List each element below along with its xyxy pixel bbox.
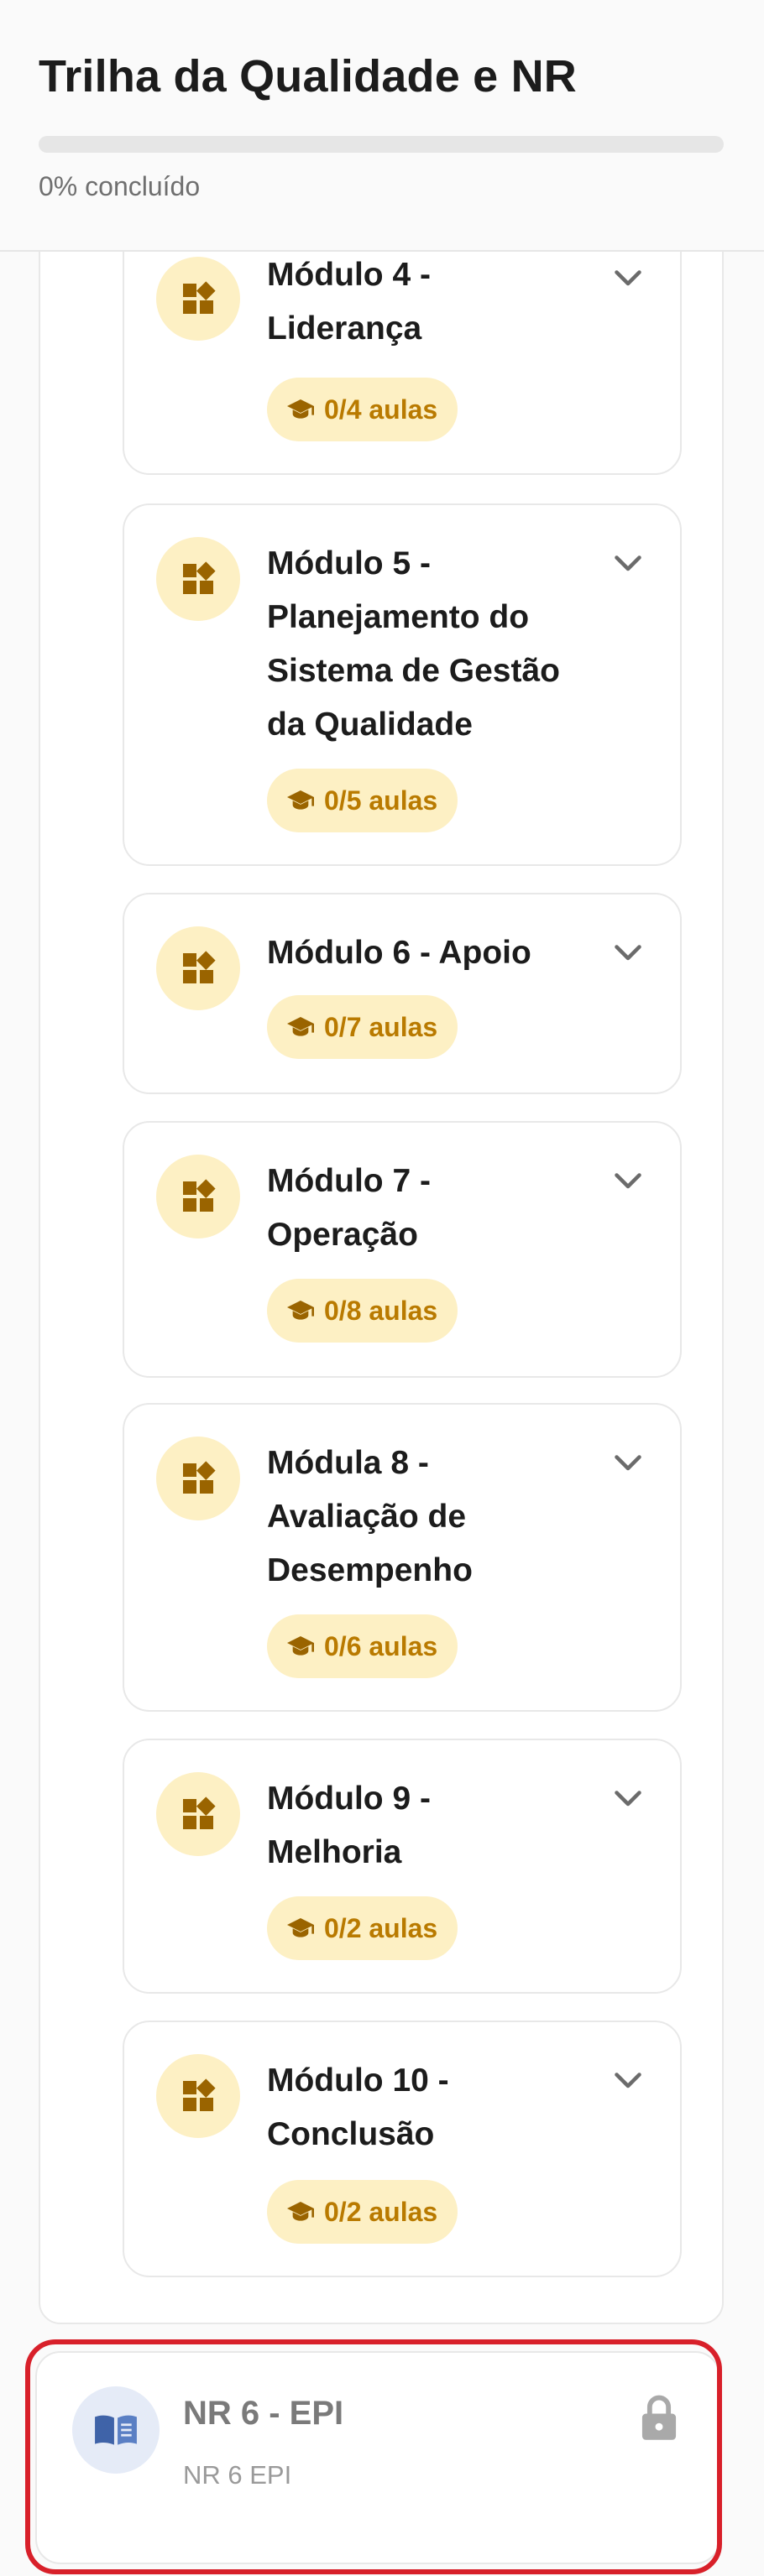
lessons-badge: 0/4 aulas [267, 378, 458, 441]
course-header: Trilha da Qualidade e NR 0% concluído [0, 0, 764, 252]
book-icon [72, 2386, 160, 2474]
locked-course-card[interactable]: NR 6 - EPI NR 6 EPI [35, 2351, 720, 2564]
widgets-icon [156, 2054, 240, 2138]
lessons-badge: 0/6 aulas [267, 1614, 458, 1678]
chevron-down-icon[interactable] [611, 1165, 645, 1198]
widgets-icon [156, 1155, 240, 1238]
course-title: Trilha da Qualidade e NR [39, 51, 577, 102]
chevron-down-icon[interactable] [611, 262, 645, 295]
widgets-icon [156, 257, 240, 341]
module-card[interactable]: Módulo 7 - Operação 0/8 aulas [123, 1121, 682, 1378]
widgets-icon [156, 1437, 240, 1520]
chevron-down-icon[interactable] [611, 936, 645, 970]
graduation-cap-icon [287, 1301, 314, 1320]
module-title: Módulo 7 - Operação [267, 1163, 431, 1253]
chevron-down-icon[interactable] [611, 1782, 645, 1816]
module-card[interactable]: Módulo 5 - Planejamento do Sistema de Ge… [123, 503, 682, 866]
lessons-badge: 0/8 aulas [267, 1279, 458, 1343]
widgets-icon [156, 926, 240, 1010]
graduation-cap-icon [287, 1918, 314, 1937]
module-card[interactable]: Módulo 10 - Conclusão 0/2 aulas [123, 2021, 682, 2277]
graduation-cap-icon [287, 2202, 314, 2221]
module-title: Módulo 9 - Melhoria [267, 1781, 431, 1870]
widgets-icon [156, 1772, 240, 1856]
module-title: Módula 8 - Avaliação de Desempenho [267, 1445, 473, 1588]
graduation-cap-icon [287, 399, 314, 419]
module-title: Módulo 5 - Planejamento do Sistema de Ge… [267, 545, 560, 743]
module-title: Módulo 10 - Conclusão [267, 2062, 449, 2152]
graduation-cap-icon [287, 790, 314, 810]
module-title: Módulo 4 - Liderança [267, 257, 431, 347]
lessons-badge: 0/7 aulas [267, 995, 458, 1059]
module-card[interactable]: Módula 8 - Avaliação de Desempenho 0/6 a… [123, 1403, 682, 1712]
lessons-badge: 0/2 aulas [267, 1896, 458, 1960]
progress-label: 0% concluído [39, 171, 201, 201]
module-card[interactable]: Módulo 9 - Melhoria 0/2 aulas [123, 1739, 682, 1994]
progress-bar [39, 136, 724, 153]
module-card[interactable]: Módulo 6 - Apoio 0/7 aulas [123, 893, 682, 1094]
graduation-cap-icon [287, 1636, 314, 1656]
lock-icon [636, 2393, 682, 2442]
chevron-down-icon[interactable] [611, 1447, 645, 1480]
course-subtitle: NR 6 EPI [183, 2460, 292, 2490]
lessons-badge: 0/2 aulas [267, 2180, 458, 2244]
chevron-down-icon[interactable] [611, 2064, 645, 2098]
graduation-cap-icon [287, 1017, 314, 1036]
course-title: NR 6 - EPI [183, 2395, 344, 2432]
lessons-badge: 0/5 aulas [267, 769, 458, 832]
module-title: Módulo 6 - Apoio [267, 935, 531, 971]
chevron-down-icon[interactable] [611, 547, 645, 581]
widgets-icon [156, 537, 240, 621]
